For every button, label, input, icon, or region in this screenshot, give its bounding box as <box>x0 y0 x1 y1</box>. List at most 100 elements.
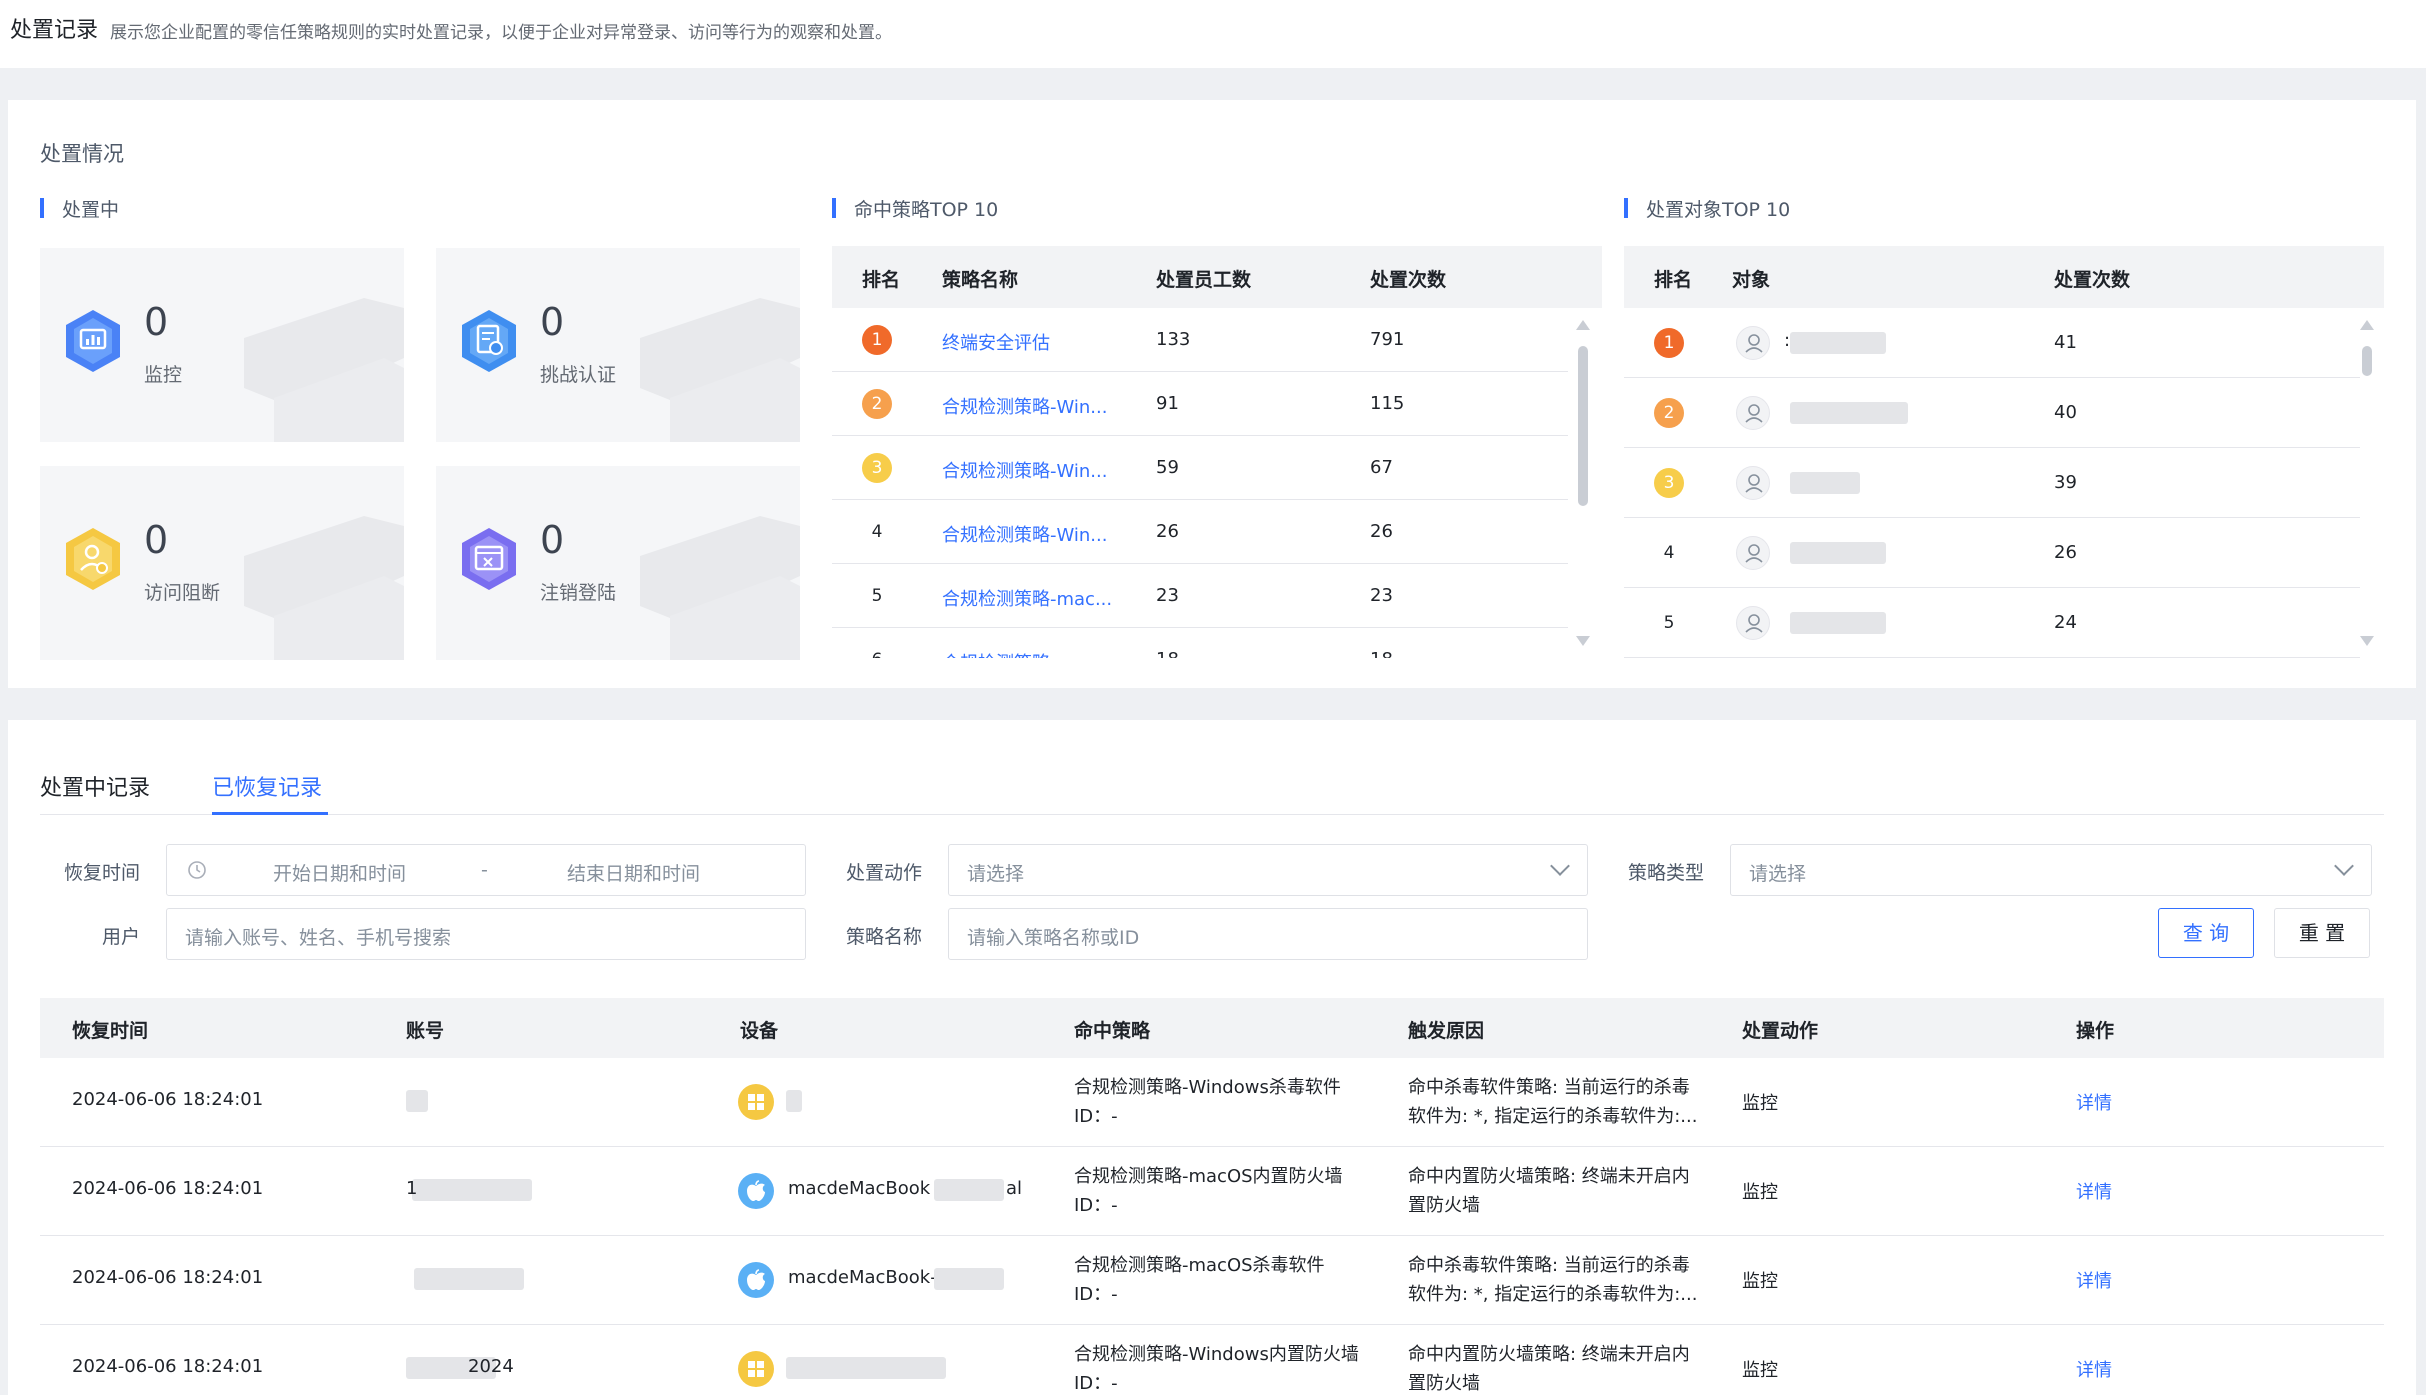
records-panel: 处置中记录 已恢复记录 恢复时间 开始日期和时间 - 结束日期和时间 处置动作 … <box>8 720 2416 1395</box>
redacted-device <box>934 1179 1004 1201</box>
card-decoration <box>244 516 404 660</box>
scroll-thumb[interactable] <box>2362 346 2372 376</box>
user-label: 用户 <box>102 926 141 948</box>
user-avatar-icon <box>1736 466 1770 500</box>
table-row[interactable]: 2024-06-06 18:24:01 macdeMacBook- 合规检测策略-m… <box>40 1236 2384 1325</box>
redacted-name <box>1790 402 1908 424</box>
table-row[interactable]: 2 40 <box>1624 378 2360 448</box>
table-row[interactable]: 1 终端安全评估 133 791 <box>832 308 1568 372</box>
page-description: 展示您企业配置的零信任策略规则的实时处置记录，以便于企业对异常登录、访问等行为的… <box>110 23 892 43</box>
table-row[interactable]: 3 合规检测策略-Win... 59 67 <box>832 436 1568 500</box>
employee-count: 18 <box>1156 649 1179 658</box>
policy-name: 合规检测策略-macOS内置防火墙 <box>1074 1166 1343 1187</box>
scroll-up-icon[interactable] <box>1576 320 1590 330</box>
policy-type-label: 策略类型 <box>1628 862 1705 884</box>
redacted-name <box>1790 472 1860 494</box>
action-select[interactable]: 请选择 <box>948 844 1588 896</box>
policy-name-link[interactable]: 合规检测策略-Win... <box>942 457 1107 483</box>
query-button[interactable]: 查 询 <box>2158 908 2254 958</box>
column-header: 命中策略 <box>1074 1020 1151 1042</box>
disposal-count: 40 <box>2054 402 2077 423</box>
column-header: 处置动作 <box>1742 1020 1819 1042</box>
policy-name-link[interactable]: 合规检测策略-Win... <box>942 393 1107 419</box>
reset-button[interactable]: 重 置 <box>2274 908 2370 958</box>
scroll-down-icon[interactable] <box>2360 636 2374 646</box>
table-row[interactable]: 2024-06-06 18:24:01 1 macdeMacBook al 合规检测策略… <box>40 1147 2384 1236</box>
table-row[interactable]: 5 24 <box>1624 588 2360 658</box>
monitor-icon <box>66 310 120 372</box>
trigger-reason: 命中内置防火墙策略: 终端未开启内 置防火墙 <box>1408 1340 1690 1395</box>
stat-value: 0 <box>144 518 169 562</box>
disposal-count: 18 <box>1370 649 1393 658</box>
scroll-up-icon[interactable] <box>2360 320 2374 330</box>
stat-card-monitor[interactable]: 0 监控 <box>40 248 404 442</box>
table-row[interactable]: 3 39 <box>1624 448 2360 518</box>
reason-line: 命中杀毒软件策略: 当前运行的杀毒 <box>1408 1255 1690 1276</box>
apple-icon <box>738 1262 774 1298</box>
policy-id: ID：- <box>1074 1195 1118 1216</box>
hit-policy: 合规检测策略-Windows内置防火墙 ID：- <box>1074 1340 1359 1395</box>
table-row[interactable]: 2 合规检测策略-Win... 91 115 <box>832 372 1568 436</box>
table-row[interactable]: 2024-06-06 18:24:01 2024 合规检测策略-Windows内置防… <box>40 1325 2384 1395</box>
disposal-action: 监控 <box>1742 1182 1778 1203</box>
policy-id: ID：- <box>1074 1106 1118 1127</box>
user-avatar-icon <box>1736 606 1770 640</box>
stat-value: 0 <box>144 300 169 344</box>
policy-type-select[interactable]: 请选择 <box>1730 844 2372 896</box>
policy-name-link[interactable]: 合规检测策略-Win... <box>942 521 1107 547</box>
disposal-count: 23 <box>1370 585 1393 606</box>
tab-restored-records[interactable]: 已恢复记录 <box>212 770 322 802</box>
device-name[interactable]: macdeMacBook <box>788 1178 930 1199</box>
table-row[interactable]: 5 合规检测策略-mac... 23 23 <box>832 564 1568 628</box>
tab-in-progress-records[interactable]: 处置中记录 <box>40 770 150 802</box>
policy-name-link[interactable]: 合规检测策略-mac... <box>942 585 1112 611</box>
details-link[interactable]: 详情 <box>2076 1356 2112 1382</box>
employee-count: 23 <box>1156 585 1179 606</box>
stat-card-logout[interactable]: 0 注销登陆 <box>436 466 800 660</box>
restore-time-range-picker[interactable]: 开始日期和时间 - 结束日期和时间 <box>166 844 806 896</box>
access-block-icon <box>66 528 120 590</box>
chevron-down-icon <box>1550 856 1570 876</box>
user-search-input[interactable]: 请输入账号、姓名、手机号搜索 <box>166 908 806 960</box>
disposal-count: 26 <box>2054 542 2077 563</box>
start-time-placeholder[interactable]: 开始日期和时间 <box>273 859 406 886</box>
scrollbar[interactable] <box>2360 320 2374 646</box>
table-row[interactable]: 4 合规检测策略-Win... 26 26 <box>832 500 1568 564</box>
details-link[interactable]: 详情 <box>2076 1267 2112 1293</box>
table-row[interactable]: 4 26 <box>1624 518 2360 588</box>
table-row[interactable]: 2024-06-06 18:24:01 合规检测策略-Windows杀毒软件 ID：… <box>40 1058 2384 1147</box>
scroll-down-icon[interactable] <box>1576 636 1590 646</box>
scroll-thumb[interactable] <box>1578 346 1588 506</box>
stat-card-challenge-auth[interactable]: 0 挑战认证 <box>436 248 800 442</box>
disposal-count: 41 <box>2054 332 2077 353</box>
restore-time: 2024-06-06 18:24:01 <box>72 1267 264 1288</box>
clock-icon <box>188 861 206 879</box>
policy-name-link[interactable]: 终端安全评估 <box>942 329 1050 355</box>
details-link[interactable]: 详情 <box>2076 1178 2112 1204</box>
action-label: 处置动作 <box>846 862 923 884</box>
details-link[interactable]: 详情 <box>2076 1089 2112 1115</box>
card-decoration <box>640 298 800 442</box>
stat-card-access-block[interactable]: 0 访问阻断 <box>40 466 404 660</box>
scrollbar[interactable] <box>1576 320 1590 646</box>
chevron-down-icon <box>2334 856 2354 876</box>
end-time-placeholder[interactable]: 结束日期和时间 <box>567 859 700 886</box>
policy-name-link[interactable]: 合规检测策略 <box>942 649 1050 658</box>
redacted-name <box>1790 612 1886 634</box>
restore-time: 2024-06-06 18:24:01 <box>72 1178 264 1199</box>
disposal-action: 监控 <box>1742 1271 1778 1292</box>
reason-line: 命中内置防火墙策略: 终端未开启内 <box>1408 1166 1690 1187</box>
records-table-header: 恢复时间 账号 设备 命中策略 触发原因 处置动作 操作 <box>40 998 2384 1058</box>
policy-name-input[interactable]: 请输入策略名称或ID <box>948 908 1588 960</box>
policy-type-select-placeholder: 请选择 <box>1749 863 1807 885</box>
employee-count: 26 <box>1156 521 1179 542</box>
disposal-count: 24 <box>2054 612 2077 633</box>
restore-time: 2024-06-06 18:24:01 <box>72 1356 264 1377</box>
rank-badge: 6 <box>862 645 892 658</box>
in-progress-title: 处置中 <box>40 195 119 222</box>
table-row[interactable]: 1:41 <box>1624 308 2360 378</box>
device-name[interactable]: macdeMacBook- <box>788 1267 937 1288</box>
table-row[interactable]: 6 合规检测策略 18 18 <box>832 628 1568 658</box>
policy-name: 合规检测策略-macOS杀毒软件 <box>1074 1255 1325 1276</box>
column-header: 排名 <box>862 269 901 291</box>
